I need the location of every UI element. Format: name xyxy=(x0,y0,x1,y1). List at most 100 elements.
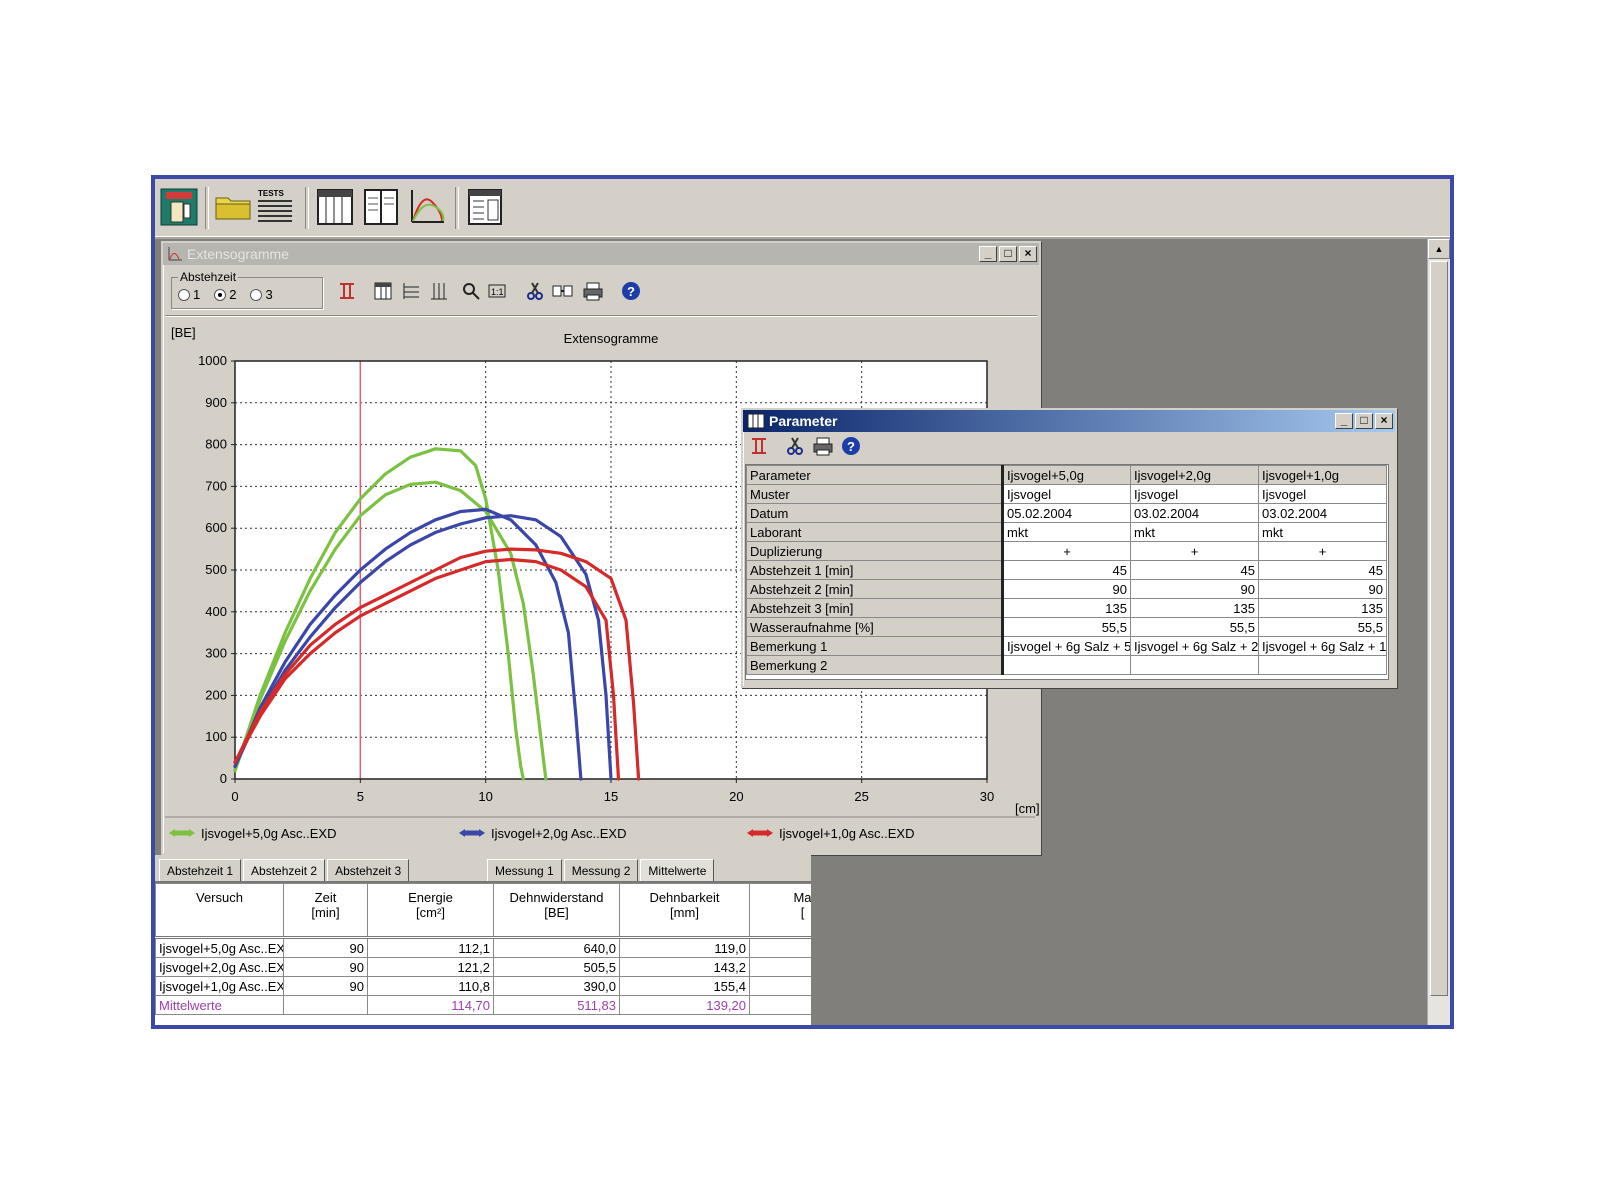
table-row[interactable]: Ijsvogel+5,0g Asc..EXD 90 112,1 640,0 119,0 xyxy=(155,937,811,958)
parameter-label-cell[interactable]: Abstehzeit 2 [min] xyxy=(746,579,1004,599)
parameter-value-cell[interactable]: 90 xyxy=(1130,579,1259,599)
parameter-value-cell[interactable] xyxy=(1130,655,1259,675)
parameter-titlebar[interactable]: Parameter _ □ × xyxy=(743,410,1395,432)
parameter-value-cell[interactable]: Ijsvogel + 6g Salz + 5 xyxy=(1002,636,1131,656)
parameter-help-icon[interactable]: ? xyxy=(839,434,863,458)
copy-icon[interactable] xyxy=(551,279,575,303)
zoom-icon[interactable] xyxy=(459,279,483,303)
extensogramme-titlebar[interactable]: Extensogramme _ □ × xyxy=(163,243,1039,265)
table-cell[interactable] xyxy=(749,976,811,996)
parameter-value-cell[interactable] xyxy=(1258,655,1387,675)
tab-abstehzeit-1[interactable]: Abstehzeit 1 xyxy=(159,859,242,881)
mean-cell[interactable] xyxy=(749,995,811,1015)
mean-cell[interactable]: 511,83 xyxy=(493,995,620,1015)
legend-entry-green[interactable]: Ijsvogel+5,0g Asc..EXD xyxy=(169,826,337,841)
split-view-icon[interactable] xyxy=(361,187,401,227)
parameter-value-cell[interactable]: mkt xyxy=(1130,522,1259,542)
table-cell[interactable]: Ijsvogel+1,0g Asc..EXD xyxy=(155,976,284,996)
parameter-value-cell[interactable] xyxy=(1002,655,1131,675)
table-cell[interactable]: 119,0 xyxy=(619,937,750,958)
table-cell[interactable]: 505,5 xyxy=(493,957,620,977)
close-button[interactable]: × xyxy=(1019,246,1037,262)
results-header-cell[interactable]: Dehnbarkeit [mm] xyxy=(619,883,750,939)
tab-messung-1[interactable]: Messung 1 xyxy=(487,859,562,881)
parameter-value-cell[interactable]: 90 xyxy=(1002,579,1131,599)
vertical-scrollbar[interactable]: ▲ xyxy=(1427,239,1450,1025)
legend-entry-red[interactable]: Ijsvogel+1,0g Asc..EXD xyxy=(747,826,915,841)
table-cell[interactable] xyxy=(749,957,811,977)
results-header-cell[interactable]: Dehnwiderstand [BE] xyxy=(493,883,620,939)
cut-icon[interactable] xyxy=(523,279,547,303)
parameter-value-cell[interactable]: 03.02.2004 xyxy=(1130,503,1259,523)
parameter-value-cell[interactable]: Ijsvogel xyxy=(1002,484,1131,504)
parameter-value-cell[interactable]: 90 xyxy=(1258,579,1387,599)
table-cell[interactable] xyxy=(749,937,811,958)
results-header-cell[interactable]: Ma[ xyxy=(749,883,811,939)
parameter-row[interactable]: Bemerkung 1 Ijsvogel + 6g Salz + 5 Ijsvoge… xyxy=(746,636,1387,656)
parameter-minimize-button[interactable]: _ xyxy=(1335,413,1353,429)
table-cell[interactable]: 90 xyxy=(283,937,368,958)
tab-abstehzeit-3[interactable]: Abstehzeit 3 xyxy=(327,859,410,881)
parameter-pin-icon[interactable] xyxy=(747,434,771,458)
table-view-icon[interactable] xyxy=(315,187,355,227)
parameter-row[interactable]: Wasseraufnahme [%] 55,5 55,5 55,5 xyxy=(746,617,1387,637)
parameter-label-cell[interactable]: Muster xyxy=(746,484,1004,504)
exit-icon[interactable] xyxy=(159,187,199,227)
parameter-print-icon[interactable] xyxy=(811,434,835,458)
results-header-cell[interactable]: Energie [cm²] xyxy=(367,883,494,939)
tests-list-icon[interactable]: TESTS xyxy=(255,187,295,227)
table-cell[interactable]: 90 xyxy=(283,957,368,977)
results-header-cell[interactable]: Zeit [min] xyxy=(283,883,368,939)
parameter-cut-icon[interactable] xyxy=(783,434,807,458)
mean-cell[interactable]: 114,70 xyxy=(367,995,494,1015)
parameter-value-cell[interactable]: 05.02.2004 xyxy=(1002,503,1131,523)
parameter-maximize-button[interactable]: □ xyxy=(1355,413,1373,429)
parameter-label-cell[interactable]: Abstehzeit 1 [min] xyxy=(746,560,1004,580)
radio-circle[interactable] xyxy=(214,288,227,301)
help-icon[interactable]: ? xyxy=(619,279,643,303)
parameter-header-cell[interactable]: Ijsvogel+5,0g xyxy=(1002,465,1131,485)
parameter-value-cell[interactable]: + xyxy=(1130,541,1259,561)
parameter-value-cell[interactable]: 55,5 xyxy=(1258,617,1387,637)
parameter-value-cell[interactable]: 45 xyxy=(1002,560,1131,580)
table-cell[interactable]: Ijsvogel+2,0g Asc..EXD xyxy=(155,957,284,977)
parameter-row[interactable]: Abstehzeit 3 [min] 135 135 135 xyxy=(746,598,1387,618)
parameter-label-cell[interactable]: Bemerkung 2 xyxy=(746,655,1004,675)
parameter-label-cell[interactable]: Bemerkung 1 xyxy=(746,636,1004,656)
parameter-row[interactable]: Bemerkung 2 xyxy=(746,655,1387,675)
radio-option-2[interactable]: 2 xyxy=(214,287,236,302)
parameter-header-cell[interactable]: Ijsvogel+1,0g xyxy=(1258,465,1387,485)
table-cell[interactable]: 110,8 xyxy=(367,976,494,996)
tab-abstehzeit-2[interactable]: Abstehzeit 2 xyxy=(243,859,326,881)
parameter-header-cell[interactable]: Ijsvogel+2,0g xyxy=(1130,465,1259,485)
zoom-reset-icon[interactable]: 1:1 xyxy=(485,279,509,303)
horizontal-lines-icon[interactable] xyxy=(399,279,423,303)
parameter-value-cell[interactable]: 45 xyxy=(1258,560,1387,580)
table-row[interactable]: Ijsvogel+2,0g Asc..EXD 90 121,2 505,5 143,2 xyxy=(155,957,811,977)
parameter-close-button[interactable]: × xyxy=(1375,413,1393,429)
table-cell[interactable]: 640,0 xyxy=(493,937,620,958)
parameter-row[interactable]: Laborant mkt mkt mkt xyxy=(746,522,1387,542)
radio-circle[interactable] xyxy=(250,288,263,301)
parameter-value-cell[interactable]: mkt xyxy=(1002,522,1131,542)
parameter-label-cell[interactable]: Abstehzeit 3 [min] xyxy=(746,598,1004,618)
mean-row[interactable]: Mittelwerte 114,70 511,83 139,20 xyxy=(155,995,811,1015)
table-cell[interactable]: 121,2 xyxy=(367,957,494,977)
table-cell[interactable]: 390,0 xyxy=(493,976,620,996)
parameter-value-cell[interactable]: 55,5 xyxy=(1002,617,1131,637)
legend-entry-blue[interactable]: Ijsvogel+2,0g Asc..EXD xyxy=(459,826,627,841)
table-cell[interactable]: 143,2 xyxy=(619,957,750,977)
grid-table-icon[interactable] xyxy=(371,279,395,303)
table-cell[interactable]: 90 xyxy=(283,976,368,996)
tab-messung-2[interactable]: Messung 2 xyxy=(563,859,639,881)
parameter-value-cell[interactable]: mkt xyxy=(1258,522,1387,542)
table-row[interactable]: Ijsvogel+1,0g Asc..EXD 90 110,8 390,0 155,4 xyxy=(155,976,811,996)
scroll-up-icon[interactable]: ▲ xyxy=(1428,239,1450,259)
parameter-value-cell[interactable]: 03.02.2004 xyxy=(1258,503,1387,523)
radio-circle[interactable] xyxy=(178,288,190,301)
table-cell[interactable]: Ijsvogel+5,0g Asc..EXD xyxy=(155,937,284,958)
parameter-value-cell[interactable]: 55,5 xyxy=(1130,617,1259,637)
parameter-label-cell[interactable]: Duplizierung xyxy=(746,541,1004,561)
parameter-value-cell[interactable]: + xyxy=(1258,541,1387,561)
parameter-value-cell[interactable]: 135 xyxy=(1130,598,1259,618)
